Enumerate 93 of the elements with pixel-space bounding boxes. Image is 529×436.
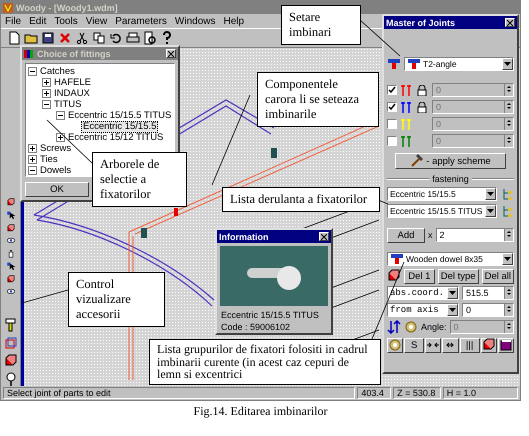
close-button[interactable]: [166, 49, 176, 58]
tool-button[interactable]: S: [404, 338, 424, 352]
expand-icon[interactable]: [42, 78, 51, 87]
spin-field[interactable]: 0: [462, 303, 514, 317]
page-icon[interactable]: [7, 31, 21, 45]
pin-icon[interactable]: [4, 372, 18, 386]
leader-line: [22, 290, 68, 304]
callout-text: Control vizualizare accesorii: [68, 272, 165, 327]
collapse-icon[interactable]: [42, 100, 51, 109]
window-title: Information: [217, 230, 331, 243]
printer-icon[interactable]: [126, 31, 140, 45]
collapse-icon[interactable]: [28, 166, 37, 175]
callout-text: Lista grupurilor de fixatori folositi in cadrul imbinarii curente (in acest caz cepuri de lemn si excentrici: [149, 339, 381, 384]
callout-text: Arborele de selectie a fixatorilor: [92, 152, 187, 207]
scissors-icon[interactable]: [75, 31, 89, 45]
add-button[interactable]: Add: [387, 228, 425, 242]
hammer-icon[interactable]: [410, 154, 424, 168]
down-arrow-icon[interactable]: [505, 309, 513, 314]
preview-icon[interactable]: [143, 31, 157, 45]
multiplier-label: x: [428, 230, 432, 240]
up-arrow-icon[interactable]: [505, 229, 513, 234]
tree-item[interactable]: Ties: [39, 154, 59, 164]
window-title: Choice of fittings: [22, 47, 178, 60]
close-button[interactable]: [505, 18, 515, 27]
tree-item[interactable]: TITUS: [53, 100, 82, 110]
collapse-icon[interactable]: [56, 111, 65, 120]
down-arrow-icon[interactable]: [505, 292, 513, 297]
apply-scheme-button[interactable]: - apply scheme: [395, 153, 506, 169]
help-icon[interactable]: [160, 31, 174, 45]
fitting-icon[interactable]: [4, 318, 18, 332]
callout-text: Lista derulanta a fixatorilor: [222, 187, 380, 212]
delete-button[interactable]: Del 1: [404, 268, 435, 284]
menu-item[interactable]: Tools: [54, 16, 78, 26]
menu-item[interactable]: View: [86, 16, 108, 26]
copy-icon[interactable]: [92, 31, 106, 45]
figure-caption: Fig.14. Editarea imbinarilor: [192, 404, 328, 419]
delete-button[interactable]: Del all: [482, 268, 514, 284]
menu-item[interactable]: Parameters: [115, 16, 167, 26]
disc-icon[interactable]: [404, 320, 418, 334]
status-text: Select joint of parts to edit: [3, 387, 356, 399]
joint-icon[interactable]: [387, 57, 401, 71]
tree-item[interactable]: Catches: [39, 66, 76, 76]
expand-icon[interactable]: [56, 133, 65, 142]
callout-text: Componentele carora li se seteaza imbinarile: [257, 72, 379, 127]
floppy-icon[interactable]: [41, 31, 55, 45]
info-text: Eccentric 15/15.5 TITUS: [220, 309, 320, 321]
ok-button[interactable]: OK: [25, 182, 89, 197]
tree-item[interactable]: HAFELE: [53, 78, 92, 88]
tree-item[interactable]: Screws: [39, 144, 72, 154]
close-button[interactable]: [319, 232, 329, 241]
tree-item[interactable]: INDAUX: [53, 88, 91, 98]
fitting-group-dropdown[interactable]: Wooden dowel 8x35: [387, 252, 514, 266]
tree-item[interactable]: Eccentric 15/15.5 TITUS: [67, 110, 172, 120]
app-icon: [3, 2, 13, 12]
up-arrow-icon[interactable]: [505, 304, 513, 309]
info-text: Code : 59006102: [220, 321, 292, 333]
tree-item[interactable]: Dowels: [39, 166, 72, 176]
up-arrow-icon[interactable]: [505, 287, 513, 292]
menu-item[interactable]: Help: [223, 16, 244, 26]
down-arrow-icon[interactable]: [505, 234, 513, 239]
angle-label: Angle:: [421, 322, 447, 332]
joint-icon[interactable]: [407, 58, 421, 70]
tree-item[interactable]: Eccentric 15/12 TITUS: [67, 132, 164, 142]
spin-field[interactable]: 2: [436, 228, 514, 242]
status-text: 403.4: [357, 387, 392, 399]
window-title: Master of Joints: [384, 16, 517, 29]
tree-item[interactable]: Eccentric 15/15.5: [81, 120, 158, 132]
box-icon[interactable]: [4, 336, 18, 350]
expand-icon[interactable]: [42, 89, 51, 98]
position-dropdown[interactable]: abs.coord.: [387, 286, 459, 300]
callout-text: Setare imbinari: [281, 5, 361, 45]
position-dropdown[interactable]: from axis: [387, 303, 459, 317]
cube-icon[interactable]: [387, 269, 401, 283]
undo-icon[interactable]: [109, 31, 123, 45]
spin-field[interactable]: 515.5: [462, 286, 514, 300]
fitting-dropdown[interactable]: Eccentric 15/15.5: [387, 187, 497, 201]
menu-item[interactable]: Windows: [174, 16, 216, 26]
delete-button[interactable]: Del type: [438, 268, 479, 284]
cube-icon[interactable]: [4, 354, 18, 368]
collapse-icon[interactable]: [28, 67, 37, 76]
menu-item[interactable]: Edit: [29, 16, 46, 26]
window-icon: [24, 48, 34, 58]
expand-icon[interactable]: [28, 155, 37, 164]
status-text: Z = 530.8: [393, 387, 441, 399]
tool-button[interactable]: |||: [460, 338, 480, 352]
fitting-dropdown[interactable]: Eccentric 15/15.5 TITUS: [387, 204, 497, 218]
expand-icon[interactable]: [28, 144, 37, 153]
arrows-icon[interactable]: [387, 320, 401, 334]
joint-icon[interactable]: [390, 253, 404, 265]
menu-item[interactable]: File: [5, 16, 22, 26]
group-label: fastening: [432, 174, 469, 184]
status-text: H = 1.0: [442, 387, 518, 399]
joint-type-dropdown[interactable]: T2-angle: [404, 57, 514, 71]
